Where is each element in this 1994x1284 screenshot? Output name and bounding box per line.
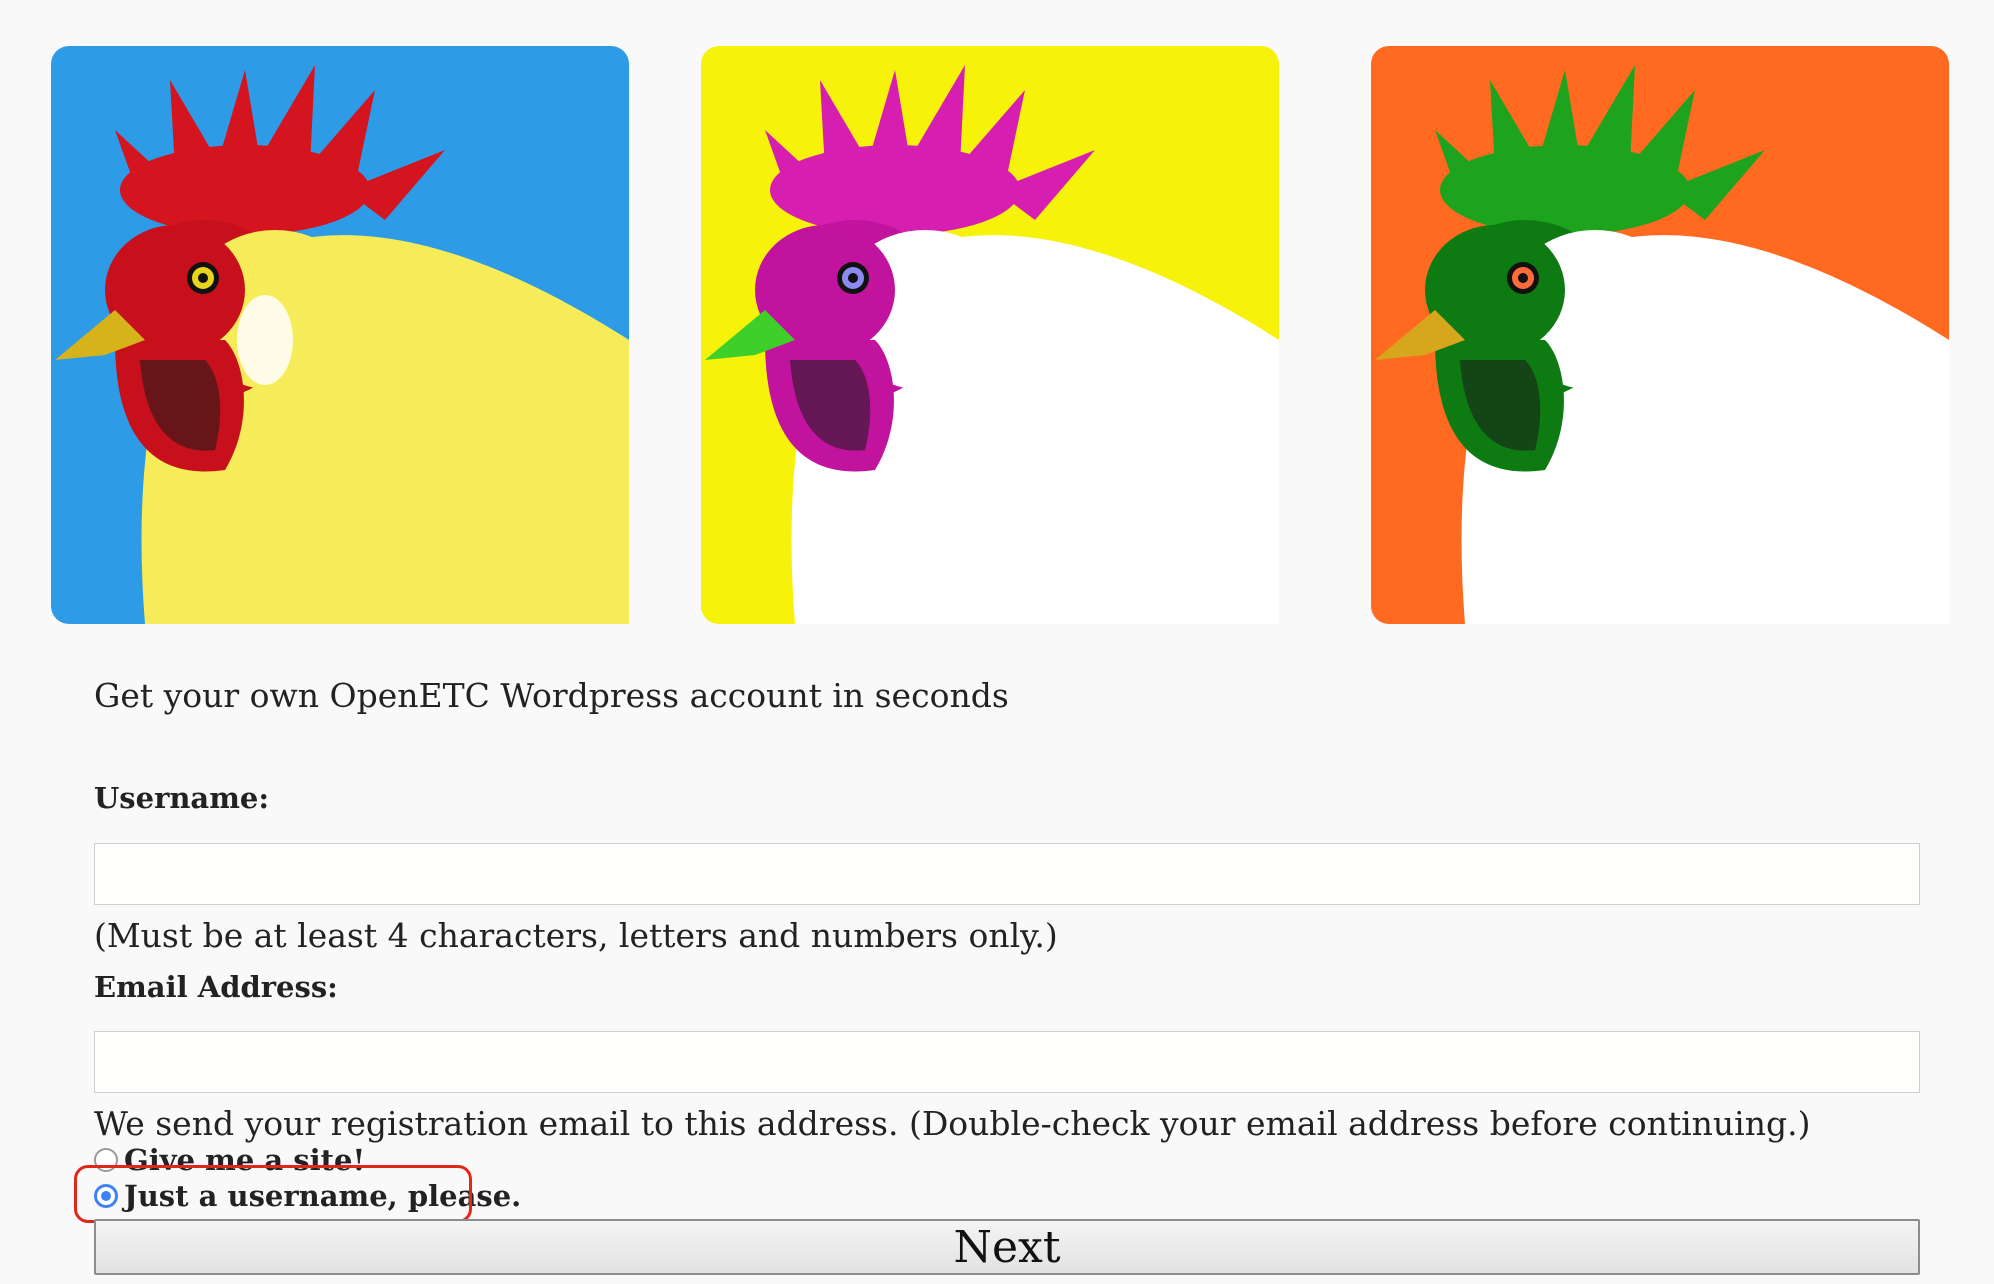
just-username-radio[interactable] [94, 1184, 118, 1208]
username-hint: (Must be at least 4 characters, letters … [94, 916, 1058, 955]
rooster-tile-blue [45, 40, 635, 630]
rooster-banner [0, 0, 1994, 660]
just-username-option[interactable]: Just a username, please. [94, 1179, 521, 1213]
just-username-label: Just a username, please. [124, 1179, 522, 1213]
username-input[interactable] [94, 843, 1920, 905]
email-hint: We send your registration email to this … [94, 1104, 1811, 1143]
username-label: Username: [94, 781, 270, 815]
rooster-tile-yellow [695, 40, 1285, 630]
next-button[interactable]: Next [94, 1219, 1920, 1275]
rooster-tile-orange [1365, 40, 1955, 630]
email-label: Email Address: [94, 970, 338, 1004]
intro-text: Get your own OpenETC Wordpress account i… [94, 676, 1009, 715]
give-me-a-site-option[interactable]: Give me a site! [94, 1143, 365, 1177]
email-input[interactable] [94, 1031, 1920, 1093]
give-me-a-site-radio[interactable] [94, 1148, 118, 1172]
give-me-a-site-label: Give me a site! [124, 1143, 366, 1177]
